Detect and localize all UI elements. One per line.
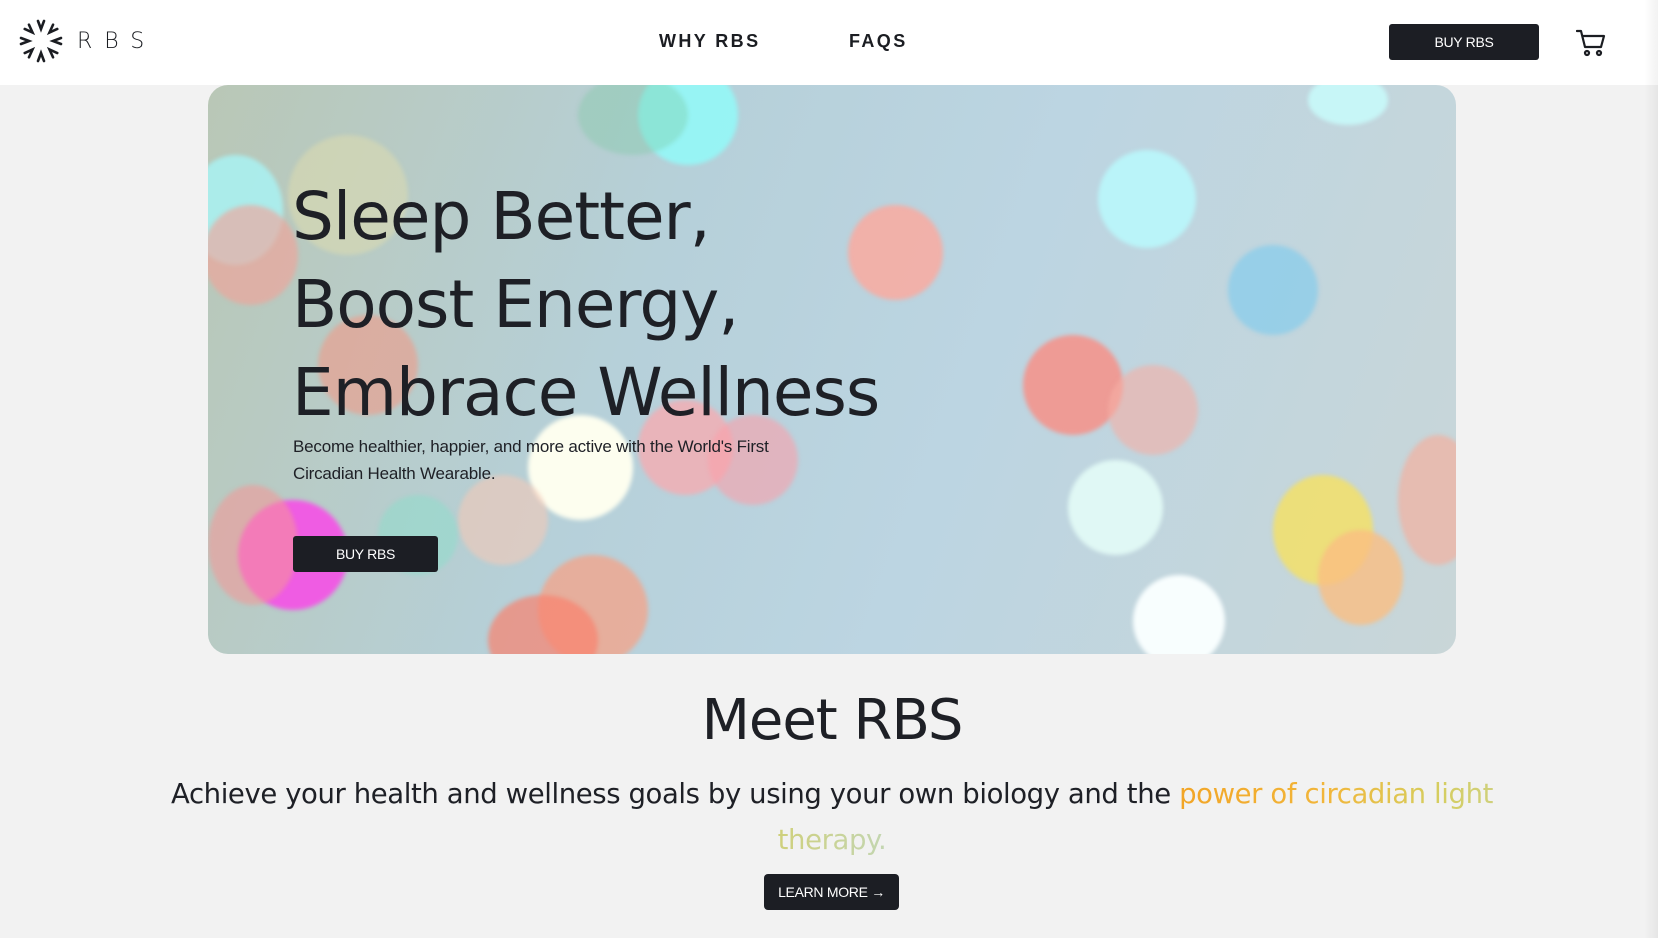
hero-banner: Sleep Better, Boost Energy, Embrace Well… <box>208 85 1456 654</box>
meet-body-text: Achieve your health and wellness goals b… <box>171 778 1180 810</box>
site-header: RBS WHY RBS FAQS BUY RBS <box>0 0 1658 85</box>
hero-subtitle: Become healthier, happier, and more acti… <box>293 437 769 483</box>
meet-title: Meet RBS <box>701 688 964 753</box>
hero-title-line: Boost Energy, <box>292 266 739 343</box>
shopping-cart-icon <box>1575 29 1606 57</box>
hero-title: Sleep Better, Boost Energy, Embrace Well… <box>292 173 880 437</box>
hero-title-line: Sleep Better, <box>292 178 711 255</box>
meet-description: Achieve your health and wellness goals b… <box>170 771 1494 863</box>
starburst-logo-icon <box>19 19 63 63</box>
header-buy-button[interactable]: BUY RBS <box>1389 24 1539 60</box>
hero-title-line: Embrace Wellness <box>292 354 880 431</box>
scrollbar-track[interactable] <box>1644 0 1658 938</box>
cart-button[interactable] <box>1575 28 1606 63</box>
nav-why-rbs[interactable]: WHY RBS <box>659 31 760 52</box>
hero-buy-button[interactable]: BUY RBS <box>293 536 438 572</box>
learn-more-button[interactable]: LEARN MORE → <box>764 874 899 910</box>
logo[interactable]: RBS <box>17 17 156 65</box>
nav-faqs[interactable]: FAQS <box>849 31 908 52</box>
logo-text: RBS <box>77 28 157 54</box>
